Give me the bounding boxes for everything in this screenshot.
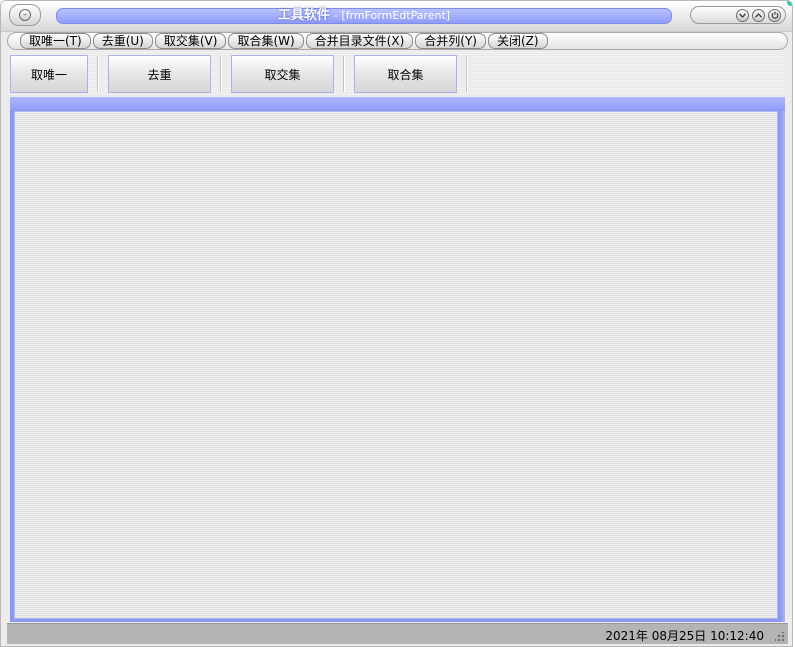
- menu-item-merge-columns[interactable]: 合并列(Y): [415, 33, 486, 49]
- intersection-button[interactable]: 取交集: [231, 55, 334, 93]
- client-right-border: [780, 111, 785, 622]
- menu-item-union[interactable]: 取合集(W): [228, 33, 304, 49]
- system-menu-icon: –: [19, 9, 31, 21]
- corner-decoration: [787, 1, 792, 6]
- title-text-bar: 工具软件 - [frmFormEdtParent]: [56, 8, 672, 24]
- power-icon[interactable]: [768, 8, 781, 22]
- resize-grip-icon[interactable]: [775, 632, 785, 642]
- main-window: – 工具软件 - [frmFormEdtParent] 取唯一(T) 去重(U)…: [0, 0, 793, 647]
- window-controls: [690, 6, 786, 24]
- system-menu-button[interactable]: –: [9, 4, 41, 26]
- menu-bar: 取唯一(T) 去重(U) 取交集(V) 取合集(W) 合并目录文件(X) 合并列…: [7, 32, 788, 50]
- window-subtitle: - [frmFormEdtParent]: [333, 9, 451, 22]
- status-bar: 2021年 08月25日 10:12:40: [7, 623, 788, 644]
- status-datetime: 2021年 08月25日 10:12:40: [605, 629, 764, 643]
- menu-item-merge-dir-files[interactable]: 合并目录文件(X): [305, 33, 414, 49]
- toolbar: 取唯一 去重 取交集 取合集: [7, 52, 788, 96]
- chevron-down-icon[interactable]: [736, 8, 749, 22]
- client-header-bar: [10, 97, 785, 110]
- dedupe-button[interactable]: 去重: [108, 55, 211, 93]
- toolbar-separator: [220, 56, 222, 92]
- chevron-up-icon[interactable]: [752, 8, 765, 22]
- unique-button[interactable]: 取唯一: [10, 55, 88, 93]
- toolbar-separator: [97, 56, 99, 92]
- menu-item-dedupe[interactable]: 去重(U): [92, 33, 153, 49]
- window-title: 工具软件: [277, 8, 330, 23]
- menu-item-intersection[interactable]: 取交集(V): [154, 33, 227, 49]
- client-workspace[interactable]: [14, 111, 778, 619]
- menu-item-unique[interactable]: 取唯一(T): [20, 33, 91, 49]
- union-button[interactable]: 取合集: [354, 55, 457, 93]
- mdi-client-area: [10, 97, 785, 622]
- title-bar[interactable]: – 工具软件 - [frmFormEdtParent]: [1, 1, 792, 32]
- menu-item-close[interactable]: 关闭(Z): [487, 33, 548, 49]
- toolbar-separator: [343, 56, 345, 92]
- toolbar-separator: [466, 56, 468, 92]
